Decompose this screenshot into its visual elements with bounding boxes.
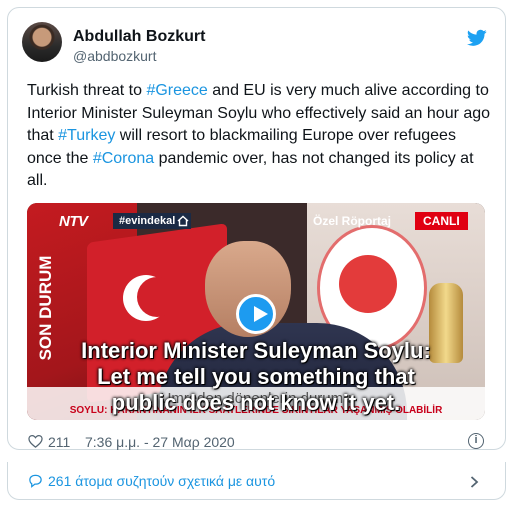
- timestamp[interactable]: 7:36 μ.μ. - 27 Μαρ 2020: [85, 434, 235, 450]
- play-button[interactable]: [236, 294, 276, 334]
- author-name[interactable]: Abdullah Bozkurt: [73, 28, 205, 46]
- flag-crescent-cut: [137, 277, 177, 317]
- hashtag-link-turkey[interactable]: #Turkey: [58, 127, 115, 144]
- info-icon[interactable]: i: [468, 433, 484, 449]
- discussion-link[interactable]: 261 άτομα συζητούν σχετικά με αυτό: [48, 473, 275, 489]
- author-handle[interactable]: @abdbozkurt: [73, 48, 156, 64]
- seal-center: [339, 255, 397, 313]
- play-icon: [254, 306, 268, 322]
- avatar[interactable]: [22, 22, 62, 62]
- chevron-right-icon[interactable]: [470, 476, 479, 488]
- twitter-bird-icon[interactable]: [467, 29, 487, 47]
- exclusive-label: Özel Röportaj: [313, 214, 392, 228]
- subtitle-line-3: public does not know it yet.: [111, 390, 401, 415]
- channel-logo: NTV: [59, 213, 88, 230]
- subtitle-line-1: Interior Minister Suleyman Soylu:: [81, 338, 431, 363]
- subtitle-line-2: Let me tell you something that: [97, 364, 415, 389]
- overlay-hashtag: #evindekal: [113, 213, 182, 229]
- hashtag-link-corona[interactable]: #Corona: [93, 150, 154, 167]
- tweet-text-part: Turkish threat to: [27, 82, 147, 99]
- hashtag-link-greece[interactable]: #Greece: [146, 82, 207, 99]
- like-heart-icon[interactable]: [28, 434, 43, 449]
- like-count[interactable]: 211: [48, 434, 70, 450]
- live-badge: CANLI: [415, 212, 468, 230]
- reply-bubble-icon: [29, 474, 42, 488]
- tweet-text: Turkish threat to #Greece and EU is very…: [27, 80, 492, 193]
- home-icon: [175, 213, 191, 229]
- video-player[interactable]: NTV #evindekal Özel Röportaj CANLI SON D…: [27, 203, 485, 420]
